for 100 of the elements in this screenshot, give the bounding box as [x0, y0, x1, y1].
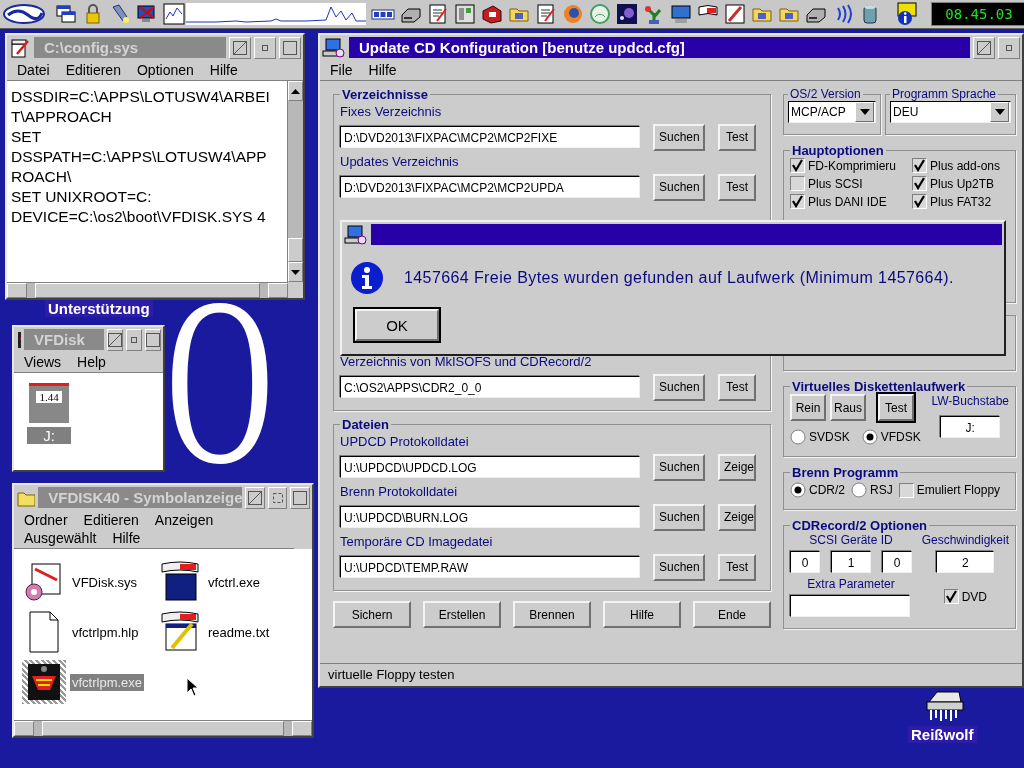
dialog-button[interactable]: Sichern [333, 601, 411, 628]
menu-item[interactable]: Views [24, 354, 62, 370]
radio-button[interactable] [790, 482, 806, 498]
menu-item[interactable]: Hilfe [112, 530, 141, 546]
file-field[interactable]: U:\UPDCD\BURN.LOG [340, 506, 640, 528]
file-label[interactable]: vfctrlpm.hlp [70, 623, 141, 641]
radio-button[interactable] [851, 482, 867, 498]
checkbox[interactable] [943, 589, 959, 604]
scsi-id-field[interactable]: 0 [790, 551, 820, 573]
gauge-icon[interactable] [589, 3, 611, 25]
file-field[interactable]: U:\UPDCD\TEMP.RAW [340, 556, 640, 578]
test-button[interactable]: Test [718, 123, 756, 151]
horizontal-scrollbar[interactable] [7, 282, 288, 298]
hide-button[interactable] [107, 328, 123, 351]
menu-item[interactable]: Anzeigen [154, 512, 214, 528]
drive-button[interactable]: Rein [790, 394, 826, 421]
checkbox[interactable] [912, 194, 927, 209]
horizontal-scrollbar[interactable] [14, 720, 312, 736]
file-label[interactable]: vfctrl.exe [206, 573, 262, 591]
hide-button[interactable] [973, 36, 995, 59]
menu-item[interactable]: Editieren [83, 512, 139, 528]
dialog-button[interactable]: Ende [693, 601, 771, 628]
checkbox[interactable] [790, 158, 805, 173]
vertical-scrollbar[interactable] [287, 81, 303, 282]
menu-item[interactable]: File [330, 62, 353, 78]
menu-item[interactable]: Ordner [24, 512, 68, 528]
path-field[interactable]: D:\DVD2013\FIXPAC\MCP2\MCP2FIXE [340, 126, 640, 148]
ok-button[interactable]: OK [355, 309, 439, 341]
menu-item[interactable]: Editieren [65, 62, 121, 78]
menu-item[interactable]: Datei [17, 62, 50, 78]
action-button[interactable]: Test [718, 553, 756, 581]
checkbox[interactable] [898, 482, 914, 498]
windows-icon[interactable] [55, 3, 77, 25]
drive-label[interactable]: J: [27, 427, 71, 444]
picture-icon[interactable] [616, 3, 638, 25]
menu-item[interactable]: Ausgewählt [24, 530, 97, 546]
menu-item[interactable]: Hilfe [368, 62, 397, 78]
globe-icon[interactable] [562, 3, 584, 25]
pen-icon[interactable] [724, 3, 746, 25]
dropdown[interactable]: MCP/ACP [788, 101, 876, 123]
action-button[interactable]: Zeige [718, 503, 756, 531]
restore-button[interactable] [268, 486, 288, 509]
pencil-window-icon[interactable] [158, 610, 202, 654]
path-field[interactable]: D:\DVD2013\FIXPAC\MCP2\MCP2UPDA [340, 176, 640, 198]
radio-button[interactable] [790, 429, 806, 445]
hide-button[interactable] [245, 486, 265, 509]
desktop-icon-label[interactable]: Unterstützung [45, 300, 153, 317]
browse-button[interactable]: Suchen [653, 173, 705, 201]
action-button[interactable]: Zeige [718, 453, 756, 481]
computer-icon[interactable] [344, 224, 368, 245]
extra-parameter-field[interactable] [790, 595, 910, 617]
file-label[interactable]: VFDisk.sys [70, 573, 139, 591]
dropdown[interactable]: DEU [890, 101, 1011, 123]
text-area[interactable]: DSSDIR=C:\APPS\LOTUSW4\ARBEI T\APPROACH SET DSSPATH=C:\APPS\LOTUSW4\APP ROACH\ SET UNIXROOT=C: DEVICE=C:\os2\boot\VFDISK.SYS 4 [7, 81, 287, 282]
dialog-button[interactable]: Erstellen [423, 601, 501, 628]
browse-button[interactable]: Suchen [653, 503, 705, 531]
browse-button[interactable]: Suchen [653, 453, 705, 481]
floppy-drive-icon[interactable]: 1.44 [29, 383, 69, 423]
scroll-thumb[interactable] [288, 238, 303, 262]
drive-button[interactable]: Test [878, 394, 914, 421]
browse-button[interactable]: Suchen [653, 373, 705, 401]
scsi-id-field[interactable]: 0 [882, 551, 912, 573]
minimize-button[interactable] [998, 36, 1020, 59]
logo-icon[interactable] [2, 3, 46, 25]
maximize-button[interactable] [290, 486, 310, 509]
down-arrow-icon[interactable] [291, 269, 300, 275]
drive-button[interactable]: Raus [830, 394, 866, 421]
monitor-icon[interactable] [136, 3, 158, 25]
minimize-button[interactable] [126, 328, 142, 351]
monitor-icon[interactable] [670, 3, 692, 25]
minimize-button[interactable] [254, 36, 276, 59]
dialog-button[interactable]: Hilfe [603, 601, 681, 628]
menu-item[interactable]: Optionen [136, 62, 194, 78]
file-field[interactable]: U:\UPDCD\UPDCD.LOG [340, 456, 640, 478]
editor-icon[interactable] [535, 3, 557, 25]
menu-item[interactable]: Hilfe [209, 62, 238, 78]
checkbox[interactable] [912, 158, 927, 173]
console-window-icon[interactable] [158, 560, 202, 604]
checkbox[interactable] [912, 176, 927, 191]
checkbox[interactable] [790, 176, 805, 191]
browse-button[interactable]: Suchen [653, 123, 705, 151]
speed-field[interactable]: 2 [936, 551, 995, 573]
chart-icon[interactable] [163, 3, 185, 25]
info-icon[interactable] [894, 2, 920, 26]
maximize-button[interactable] [279, 36, 301, 59]
control-panel-icon[interactable] [454, 3, 476, 25]
shredder-icon[interactable] [925, 688, 965, 722]
notepad-icon[interactable] [9, 37, 31, 58]
dialog-button[interactable]: Brennen [513, 601, 591, 628]
desktop-icon-label[interactable]: Reißwolf [908, 726, 977, 743]
menu-item[interactable]: Help [77, 354, 106, 370]
editor-icon[interactable] [427, 3, 449, 25]
hide-button[interactable] [229, 36, 251, 59]
test-button[interactable]: Test [718, 373, 756, 401]
test-button[interactable]: Test [718, 173, 756, 201]
flashlight-icon[interactable] [109, 3, 131, 25]
drive-letter-field[interactable]: J: [940, 416, 1001, 438]
up-arrow-icon[interactable] [291, 88, 300, 94]
file-label[interactable]: readme.txt [206, 623, 272, 641]
browse-button[interactable]: Suchen [653, 553, 705, 581]
